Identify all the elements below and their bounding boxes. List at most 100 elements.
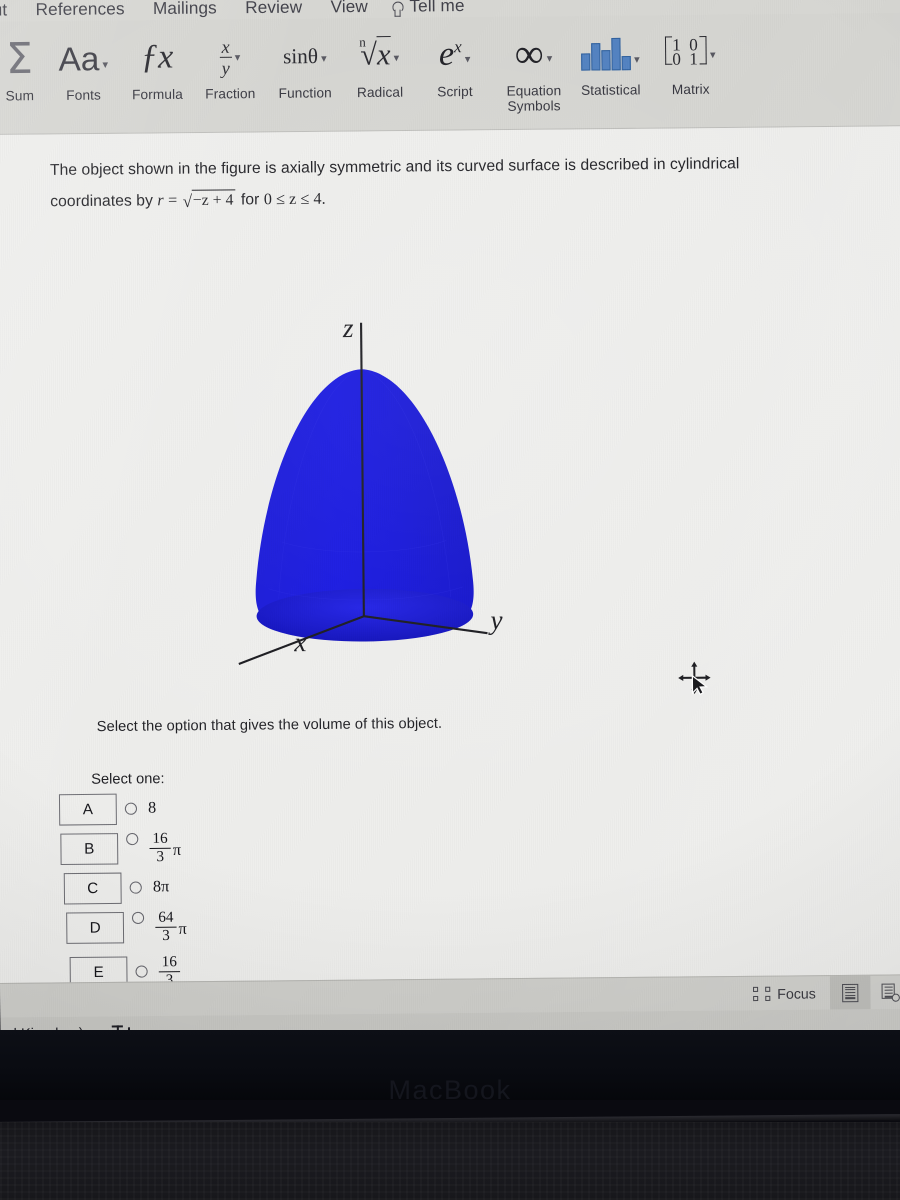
chevron-down-icon[interactable]: ▾	[710, 48, 716, 61]
ribbon-group-function[interactable]: sinθ ▾ Function	[266, 26, 344, 101]
option-d-fraction: 64 3	[155, 909, 177, 944]
solid-of-revolution-figure: x y z	[191, 307, 539, 685]
option-row-d[interactable]: D 64 3 π	[60, 902, 425, 950]
option-value-a: 8	[148, 799, 156, 817]
x-axis-label: x	[293, 627, 306, 657]
ribbon-group-equation-symbols[interactable]: ∞ ▾ Equation Symbols	[487, 24, 581, 114]
matrix-row-2: 0 1	[672, 49, 701, 69]
nth-root-radical-icon[interactable]: n √x ▾	[343, 26, 416, 85]
fraction-numerator: x	[219, 36, 232, 58]
device-logo: MacBook	[388, 1075, 512, 1105]
tab-layout[interactable]: ut	[0, 0, 22, 22]
chevron-down-icon[interactable]: ▾	[235, 50, 241, 63]
ribbon-label-statistical: Statistical	[580, 82, 641, 98]
option-row-b[interactable]: B 16 3 π	[59, 823, 424, 871]
tab-review[interactable]: Review	[231, 0, 317, 19]
ribbon-group-matrix[interactable]: 1 00 1 ▾ Matrix	[654, 23, 728, 98]
option-letter-box-d[interactable]: D	[66, 911, 125, 944]
option-e-numerator: 16	[158, 953, 181, 972]
z-axis-label: z	[342, 313, 354, 343]
ribbon-label-function: Function	[278, 85, 332, 101]
option-d-denominator: 3	[162, 927, 170, 944]
bar-chart-statistical-icon[interactable]: ▾	[568, 23, 654, 83]
ribbon-group-statistical[interactable]: ▾ Statistical	[568, 23, 654, 98]
fraction-denominator: y	[221, 57, 230, 78]
script-exponent: x	[453, 37, 462, 57]
chevron-down-icon[interactable]: ▾	[465, 52, 471, 65]
option-a-text: 8	[148, 799, 157, 817]
sin-theta-glyph: sinθ	[282, 43, 319, 68]
radicand: −z + 4	[191, 189, 236, 209]
option-value-c: 8π	[153, 878, 169, 896]
focus-frame-icon	[752, 986, 771, 1001]
option-letter-box-b[interactable]: B	[60, 832, 119, 865]
option-b-numerator: 16	[149, 830, 171, 849]
problem-statement: The object shown in the figure is axiall…	[50, 148, 779, 218]
radio-option-b[interactable]	[126, 832, 139, 846]
option-c-text: 8π	[152, 878, 170, 896]
print-layout-view-button[interactable]	[870, 975, 900, 1010]
infinity-icon[interactable]: ∞ ▾	[487, 24, 581, 84]
ribbon-label-equation: Equation	[506, 82, 562, 99]
chevron-down-icon[interactable]: ▾	[321, 51, 327, 64]
tell-me-label: Tell me	[409, 0, 465, 16]
matrix-bracket-icon[interactable]: 1 00 1 ▾	[654, 23, 727, 82]
ribbon-group-formula[interactable]: ƒx Formula	[120, 28, 194, 103]
ribbon-group-fonts[interactable]: Aa ▾ Fonts	[50, 29, 117, 104]
trig-function-icon[interactable]: sinθ ▾	[266, 26, 343, 85]
superscript-script-icon[interactable]: ex ▾	[421, 25, 488, 84]
tab-view[interactable]: View	[316, 0, 382, 19]
radio-option-e[interactable]	[135, 965, 148, 978]
option-d-numerator: 64	[155, 909, 177, 928]
ribbon-group-radical[interactable]: n √x ▾ Radical	[343, 26, 417, 101]
laptop-keyboard-deck	[0, 1122, 900, 1200]
ribbon-group-fraction[interactable]: xy ▾ Fraction	[193, 27, 267, 102]
problem-line-2-suffix: for	[240, 191, 260, 209]
formula-fx-icon[interactable]: ƒx	[120, 28, 193, 87]
print-layout-view-icon	[881, 983, 900, 1002]
ribbon-label-symbols: Symbols	[507, 98, 561, 114]
ribbon-group-script[interactable]: ex ▾ Script	[421, 25, 488, 100]
radio-option-a[interactable]	[124, 802, 138, 815]
option-d-pi: π	[178, 920, 187, 938]
ribbon-label-script: Script	[437, 83, 473, 100]
problem-line-2: coordinates by r = √ −z + 4 for 0 ≤ z ≤ 4…	[50, 179, 779, 217]
chevron-down-icon[interactable]: ▾	[547, 51, 553, 64]
focus-button[interactable]: Focus	[752, 984, 816, 1002]
select-one-label: Select one:	[91, 770, 165, 788]
option-row-c[interactable]: C 8π	[60, 868, 425, 906]
ribbon-label-matrix: Matrix	[671, 81, 710, 98]
reading-view-button[interactable]	[829, 975, 871, 1010]
radio-option-c[interactable]	[129, 881, 142, 894]
script-base: e	[438, 35, 455, 74]
z-range: 0 ≤ z ≤ 4.	[263, 190, 326, 209]
infinity-glyph: ∞	[514, 30, 544, 77]
ribbon-label-sum: Sum	[5, 88, 35, 104]
option-value-b: 16 3 π	[149, 830, 182, 865]
lightbulb-icon	[390, 0, 403, 17]
chevron-down-icon[interactable]: ▾	[393, 51, 399, 64]
tab-mailings[interactable]: Mailings	[139, 0, 231, 20]
ribbon-label-radical: Radical	[356, 84, 404, 101]
tab-references[interactable]: References	[21, 0, 139, 21]
focus-label: Focus	[777, 984, 816, 1002]
chevron-down-icon[interactable]: ▾	[102, 57, 108, 70]
option-letter-box-c[interactable]: C	[63, 872, 122, 904]
y-axis-label: y	[487, 605, 503, 635]
option-value-d: 64 3 π	[155, 909, 187, 944]
laptop-screen: ut References Mailings Review View Tell …	[0, 0, 900, 1052]
option-b-pi: π	[172, 841, 182, 859]
sigma-summation-icon[interactable]: Σ	[0, 29, 46, 88]
radio-option-d[interactable]	[131, 911, 145, 925]
option-letter-box-a[interactable]: A	[58, 793, 117, 826]
ribbon-group-sum[interactable]: Σ Sum	[0, 29, 46, 103]
fraction-icon[interactable]: xy ▾	[193, 27, 266, 86]
equation-ribbon: Σ Sum Aa ▾ Fonts ƒx Formula xy ▾ Fraction	[0, 12, 900, 136]
document-page[interactable]: The object shown in the figure is axiall…	[0, 126, 900, 988]
chevron-down-icon[interactable]: ▾	[634, 52, 640, 65]
reading-view-icon	[842, 983, 859, 1002]
radicand-glyph: x	[376, 36, 391, 72]
math-fonts-icon[interactable]: Aa ▾	[50, 29, 117, 88]
option-row-a[interactable]: A 8	[58, 789, 424, 827]
tab-tell-me[interactable]: Tell me	[382, 0, 479, 18]
